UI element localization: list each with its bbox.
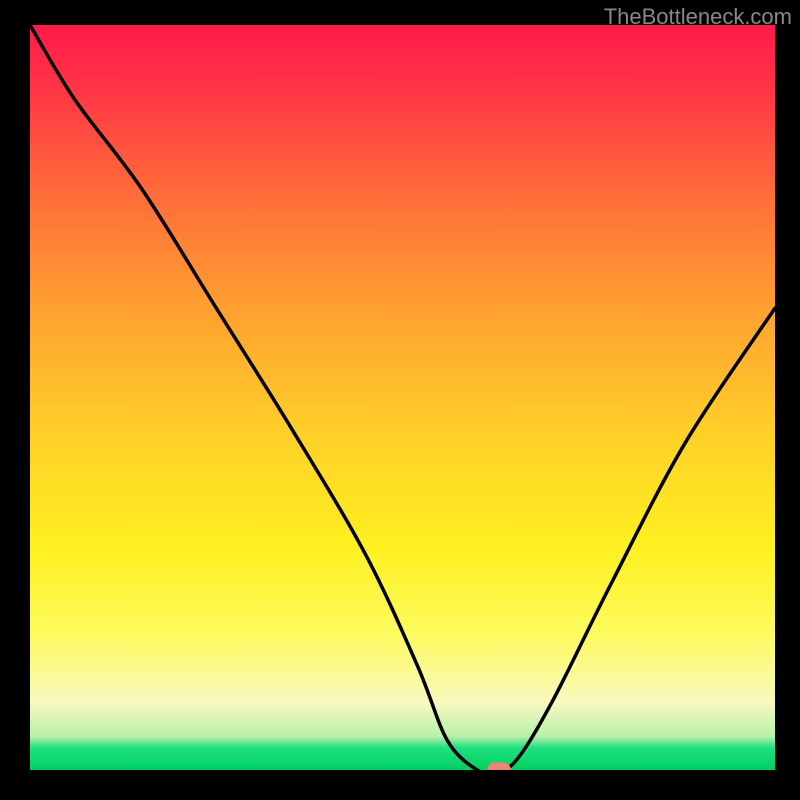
- optimal-point-marker: [487, 763, 511, 771]
- bottleneck-curve: [30, 25, 775, 770]
- plot-area: [30, 25, 775, 770]
- chart-frame: TheBottleneck.com: [0, 0, 800, 800]
- watermark-text: TheBottleneck.com: [604, 4, 792, 30]
